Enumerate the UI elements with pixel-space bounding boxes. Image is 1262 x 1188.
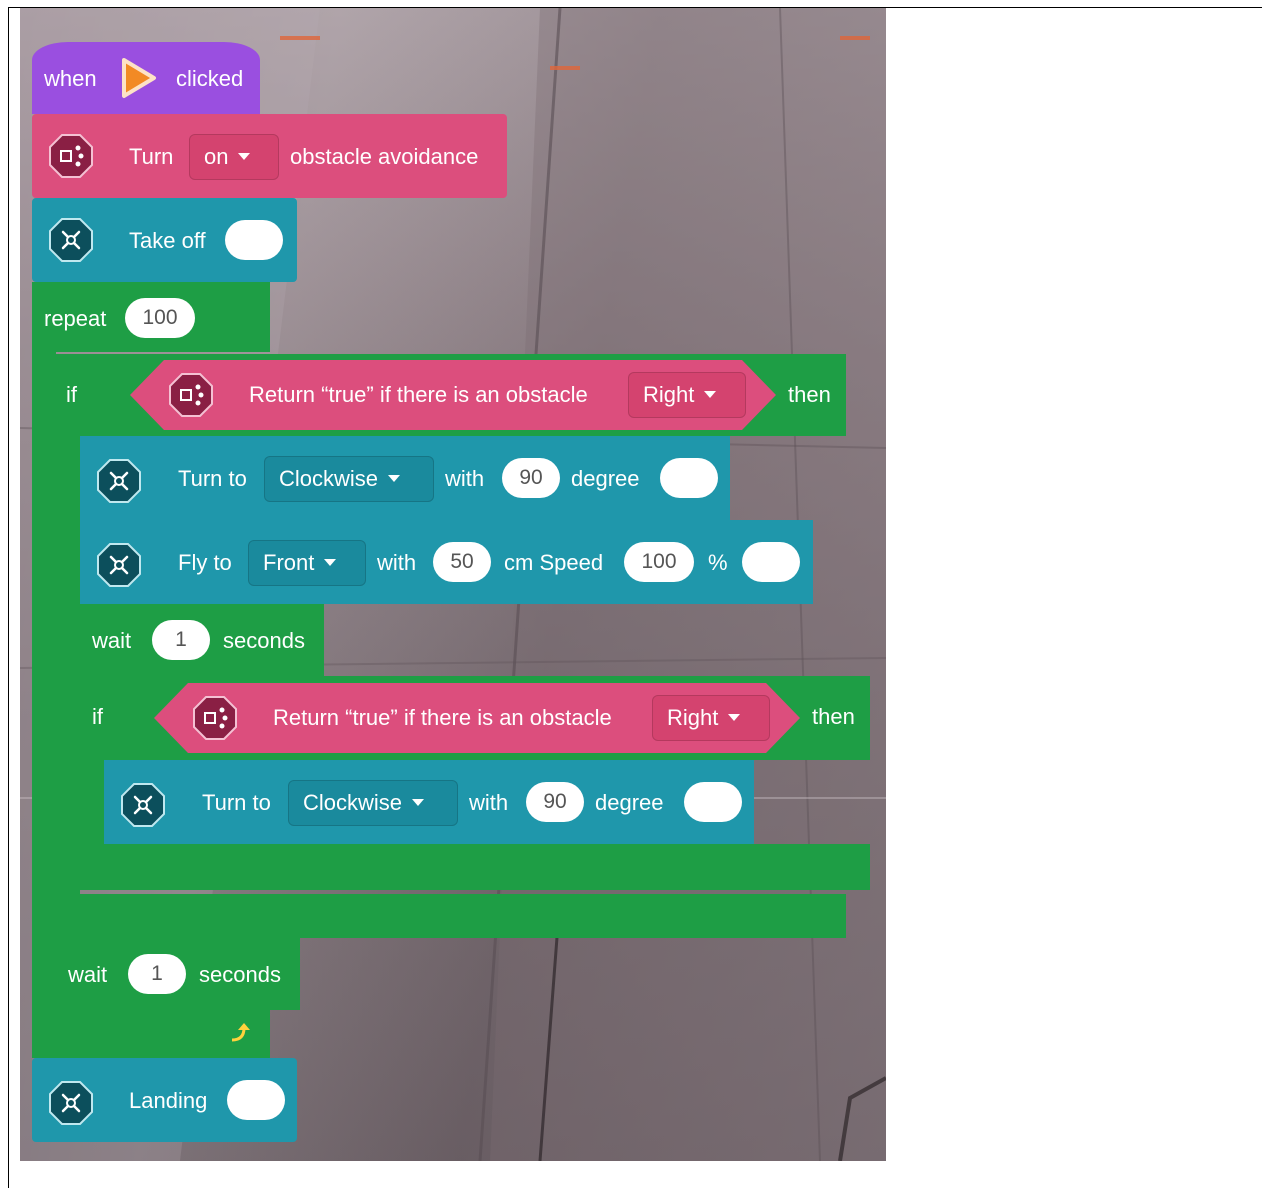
cm-speed-label: cm Speed [504,550,604,575]
drone-icon [48,217,94,263]
repeat-footer [32,1006,270,1058]
if-arm-1 [56,436,80,938]
chevron-down-icon [728,713,741,721]
obstacle-avoidance-block[interactable]: Turn on obstacle avoidance [32,114,507,198]
degree-label-1: degree [571,466,640,491]
repeat-count-input[interactable]: 100 [125,298,195,338]
chevron-down-icon [388,474,401,482]
turn-to-block-1[interactable]: Turn to Clockwise with 90 degree [80,436,730,520]
chevron-down-icon [704,390,717,398]
fly-speed-input[interactable]: 100 [624,542,694,582]
when-label: when [44,66,97,91]
fly-with-label: with [377,550,417,575]
seconds-label-1: seconds [223,628,305,653]
wait-seconds-input-1[interactable]: 1 [152,620,210,660]
wait-seconds-input-2[interactable]: 1 [128,954,186,994]
landing-input[interactable] [227,1080,285,1120]
obstacle-condition-label-1: Return “true” if there is an obstacle [249,382,588,407]
then-label-1: then [788,382,831,407]
when-clicked-hat-block[interactable]: when clicked [32,42,260,114]
percent-label: % [708,550,728,575]
obstacle-avoidance-label: obstacle avoidance [290,144,479,169]
take-off-label: Take off [129,228,206,253]
chevron-down-icon [238,152,251,160]
obstacle-condition-1[interactable]: Return “true” if there is an obstacle Ri… [130,360,776,430]
turn-label: Turn [129,144,174,169]
loop-arrow-icon [228,1020,254,1046]
turn-to-block-2[interactable]: Turn to Clockwise with 90 degree [104,760,754,844]
wait-block-1[interactable]: wait 1 seconds [80,604,324,676]
fly-direction-value: Front [263,550,315,575]
obstacle-condition-label-2: Return “true” if there is an obstacle [273,705,612,730]
drone-icon [96,542,142,588]
wait-block-2[interactable]: wait 1 seconds [56,938,300,1010]
if-label-2: if [92,704,103,729]
fly-distance-input[interactable]: 50 [433,542,491,582]
turn-direction-value-2: Clockwise [303,790,403,815]
drone-icon [96,458,142,504]
frame-left-line [8,7,9,1188]
landing-label: Landing [129,1088,208,1113]
turn-to-label-1: Turn to [178,466,247,491]
chevron-down-icon [412,798,425,806]
code-canvas[interactable]: when clicked Turn on obstacle avoidance … [20,8,886,1161]
turn-extra-input-2[interactable] [684,782,742,822]
take-off-input[interactable] [225,220,283,260]
if-label-1: if [66,382,77,407]
with-label-2: with [469,790,509,815]
degree-label-2: degree [595,790,664,815]
avoidance-state-value: on [204,144,229,169]
turn-direction-dropdown-2[interactable]: Clockwise [288,780,458,826]
turn-direction-value-1: Clockwise [279,466,379,491]
obstacle-direction-value-1: Right [643,382,695,407]
repeat-label: repeat [44,306,107,331]
sensor-icon [48,133,94,179]
obstacle-direction-value-2: Right [667,705,719,730]
then-label-2: then [812,704,855,729]
if-footer-1 [56,894,846,938]
fly-to-block[interactable]: Fly to Front with 50 cm Speed 100 % [80,520,813,604]
turn-direction-dropdown-1[interactable]: Clockwise [264,456,434,502]
obstacle-condition-2[interactable]: Return “true” if there is an obstacle Ri… [154,683,800,753]
fly-direction-dropdown[interactable]: Front [248,540,366,586]
obstacle-direction-dropdown-1[interactable]: Right [628,372,746,418]
turn-extra-input-1[interactable] [660,458,718,498]
fly-to-label: Fly to [178,550,232,575]
wait-label-2: wait [68,962,108,987]
obstacle-direction-dropdown-2[interactable]: Right [652,695,770,741]
play-icon [118,56,158,100]
fly-extra-input[interactable] [742,542,800,582]
drone-icon [120,782,166,828]
if-footer-2 [80,844,870,890]
avoidance-state-dropdown[interactable]: on [189,134,279,180]
sensor-icon [192,695,238,741]
wait-label-1: wait [92,628,132,653]
chevron-down-icon [324,558,337,566]
turn-to-label-2: Turn to [202,790,271,815]
sensor-icon [168,372,214,418]
take-off-block[interactable]: Take off [32,198,297,282]
turn-degree-input-1[interactable]: 90 [502,458,560,498]
drone-icon [48,1080,94,1126]
repeat-block[interactable]: repeat 100 [32,282,270,352]
repeat-arm [32,352,56,1058]
with-label-1: with [445,466,485,491]
seconds-label-2: seconds [199,962,281,987]
clicked-label: clicked [176,66,244,91]
turn-degree-input-2[interactable]: 90 [526,782,584,822]
landing-block[interactable]: Landing [32,1058,297,1142]
